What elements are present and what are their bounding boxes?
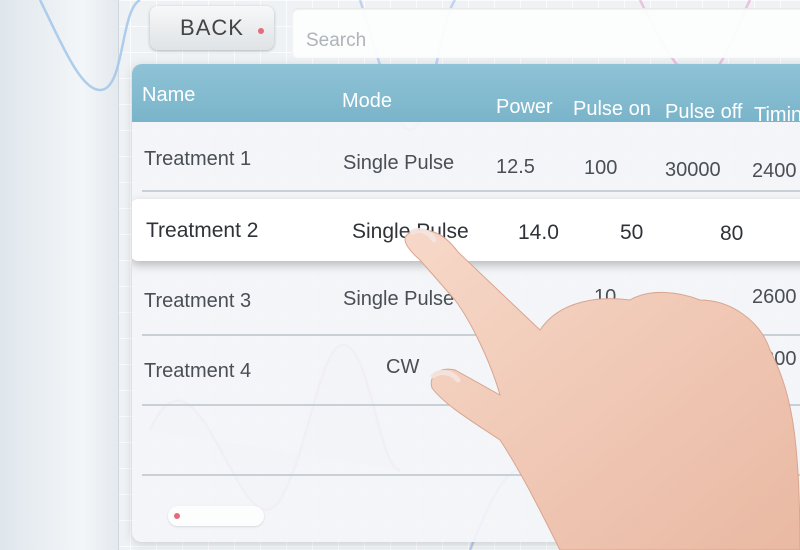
hand-pointer-icon — [404, 227, 800, 550]
